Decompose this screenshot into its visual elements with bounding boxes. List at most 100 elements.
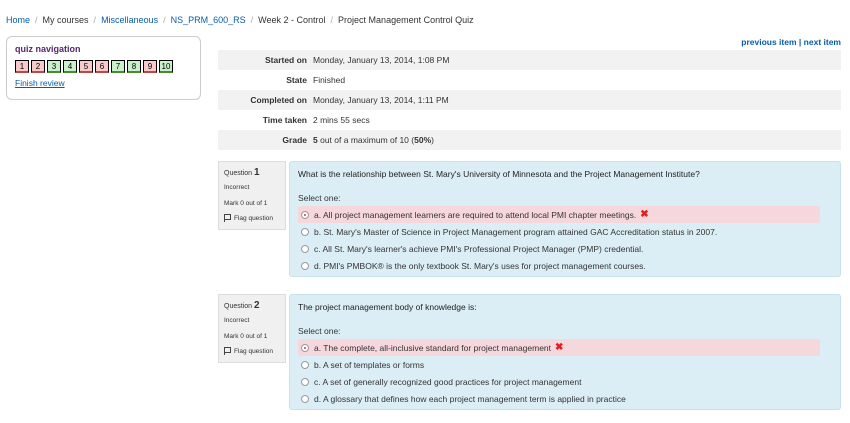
radio-button[interactable] bbox=[301, 261, 309, 270]
radio-button[interactable] bbox=[301, 343, 309, 352]
previous-item-link[interactable]: previous item bbox=[741, 37, 796, 47]
question-button-7[interactable]: 7 bbox=[111, 60, 125, 73]
summary-row-grade: Grade 5 out of a maximum of 10 (50%) bbox=[218, 130, 841, 150]
answer-option-b[interactable]: b. A set of templates or forms bbox=[298, 356, 832, 373]
completed-label: Completed on bbox=[218, 90, 313, 110]
breadcrumb-separator: / bbox=[93, 15, 97, 25]
question-state: Incorrect bbox=[224, 317, 250, 324]
time-taken-value: 2 mins 55 secs bbox=[313, 115, 370, 125]
question-number: Question 1 bbox=[224, 167, 280, 178]
grade-close: ) bbox=[431, 135, 434, 145]
breadcrumb-home[interactable]: Home bbox=[6, 15, 30, 25]
radio-button[interactable] bbox=[301, 377, 309, 386]
question-mark: Mark 0 out of 1 bbox=[224, 200, 268, 207]
answer-text: b. St. Mary's Master of Science in Proje… bbox=[314, 226, 718, 237]
answer-option-d[interactable]: d. A glossary that defines how each proj… bbox=[298, 390, 832, 407]
quiz-navigation-title: quiz navigation bbox=[15, 44, 81, 54]
breadcrumb-separator: / bbox=[35, 15, 38, 25]
next-item-link[interactable]: next item bbox=[804, 37, 841, 47]
grade-label: Grade bbox=[218, 130, 313, 150]
started-value: Monday, January 13, 2014, 1:08 PM bbox=[313, 50, 841, 70]
summary-row-started: Started on Monday, January 13, 2014, 1:0… bbox=[218, 50, 841, 70]
question-button-4[interactable]: 4 bbox=[63, 60, 77, 73]
question-text: What is the relationship between St. Mar… bbox=[298, 169, 700, 179]
answer-option-a[interactable]: a. The complete, all-inclusive standard … bbox=[298, 339, 820, 356]
breadcrumb-miscellaneous[interactable]: Miscellaneous bbox=[101, 15, 158, 25]
question-label: Question bbox=[224, 170, 253, 177]
time-taken-label: Time taken bbox=[262, 115, 307, 125]
breadcrumb-course[interactable]: NS_PRM_600_RS bbox=[171, 15, 246, 25]
radio-button[interactable] bbox=[301, 244, 309, 253]
grade-max-text: out of a maximum of 10 ( bbox=[317, 135, 415, 145]
select-one-prompt: Select one: bbox=[298, 326, 341, 336]
answer-option-c[interactable]: c. All St. Mary's learner's achieve PMI'… bbox=[298, 240, 832, 257]
question-button-5[interactable]: 5 bbox=[79, 60, 93, 73]
completed-value: Monday, January 13, 2014, 1:11 PM bbox=[313, 90, 841, 110]
flag-question-label: Flag question bbox=[234, 347, 274, 355]
summary-row-state: State Finished bbox=[218, 70, 841, 90]
question-content: The project management body of knowledge… bbox=[289, 294, 841, 410]
answer-text: d. PMI's PMBOK® is the only textbook St.… bbox=[314, 260, 646, 271]
question-buttons: 1 2 3 4 5 6 7 8 9 10 bbox=[15, 60, 192, 73]
flag-icon bbox=[224, 347, 231, 355]
grade-value: 5 out of a maximum of 10 (50%) bbox=[313, 130, 841, 150]
answer-text: c. A set of generally recognized good pr… bbox=[314, 376, 582, 387]
select-one-prompt: Select one: bbox=[298, 193, 341, 203]
question-info: Question 1 Incorrect Mark 0 out of 1 Fla… bbox=[218, 161, 286, 230]
answer-text: b. A set of templates or forms bbox=[314, 359, 425, 370]
attempt-summary-table: Started on Monday, January 13, 2014, 1:0… bbox=[218, 50, 841, 150]
radio-button[interactable] bbox=[301, 210, 309, 219]
cross-icon: ✖ bbox=[555, 342, 564, 353]
breadcrumb-my-courses[interactable]: My courses bbox=[43, 15, 89, 25]
question-button-8[interactable]: 8 bbox=[127, 60, 141, 73]
breadcrumb: Home / My courses / Miscellaneous / NS_PRM_600… bbox=[6, 15, 474, 25]
answer-options: a. All project management learners are r… bbox=[298, 206, 832, 274]
flag-question-label: Flag question bbox=[234, 214, 274, 222]
answer-option-c[interactable]: c. A set of generally recognized good pr… bbox=[298, 373, 832, 390]
breadcrumb-separator: / bbox=[163, 15, 166, 25]
item-navigation: previous item | next item bbox=[741, 37, 841, 47]
question-mark: Mark 0 out of 1 bbox=[224, 333, 268, 340]
breadcrumb-separator: / bbox=[330, 15, 334, 25]
flag-question-toggle[interactable]: Flag question bbox=[224, 347, 280, 355]
finish-review-link[interactable]: Finish review bbox=[15, 78, 192, 88]
started-label: Started on bbox=[218, 50, 313, 70]
answer-options: a. The complete, all-inclusive standard … bbox=[298, 339, 832, 407]
state-value: Finished bbox=[313, 75, 346, 85]
question-label: Question bbox=[224, 303, 253, 310]
state-label: State bbox=[286, 75, 307, 85]
breadcrumb-week[interactable]: Week 2 - Control bbox=[258, 15, 325, 25]
question-text: The project management body of knowledge… bbox=[298, 302, 477, 312]
question-content: What is the relationship between St. Mar… bbox=[289, 161, 841, 277]
breadcrumb-current: Project Management Control Quiz bbox=[338, 15, 474, 25]
question-num: 2 bbox=[253, 300, 260, 311]
radio-button[interactable] bbox=[301, 394, 309, 403]
answer-text: a. All project management learners are r… bbox=[314, 209, 637, 220]
question-number: Question 2 bbox=[224, 300, 280, 311]
flag-icon bbox=[224, 214, 231, 222]
question-button-3[interactable]: 3 bbox=[47, 60, 61, 73]
question-state: Incorrect bbox=[224, 184, 250, 191]
answer-option-a[interactable]: a. All project management learners are r… bbox=[298, 206, 820, 223]
quiz-navigation-block: quiz navigation 1 2 3 4 5 6 7 8 9 10 Fin… bbox=[6, 36, 201, 100]
question-info: Question 2 Incorrect Mark 0 out of 1 Fla… bbox=[218, 294, 286, 363]
answer-text: c. All St. Mary's learner's achieve PMI'… bbox=[314, 243, 644, 254]
question-button-2[interactable]: 2 bbox=[31, 60, 45, 73]
question-num: 1 bbox=[253, 167, 260, 178]
summary-row-completed: Completed on Monday, January 13, 2014, 1… bbox=[218, 90, 841, 110]
summary-row-time: Time taken 2 mins 55 secs bbox=[218, 110, 841, 130]
question-button-1[interactable]: 1 bbox=[15, 60, 29, 73]
radio-button[interactable] bbox=[301, 360, 309, 369]
nav-separator: | bbox=[798, 37, 802, 47]
question-button-6[interactable]: 6 bbox=[95, 60, 109, 73]
answer-option-d[interactable]: d. PMI's PMBOK® is the only textbook St.… bbox=[298, 257, 832, 274]
cross-icon: ✖ bbox=[640, 209, 649, 220]
question-button-9[interactable]: 9 bbox=[143, 60, 157, 73]
answer-text: d. A glossary that defines how each proj… bbox=[314, 393, 626, 404]
radio-button[interactable] bbox=[301, 227, 309, 236]
answer-text: a. The complete, all-inclusive standard … bbox=[314, 342, 552, 353]
question-button-10[interactable]: 10 bbox=[159, 60, 173, 73]
breadcrumb-separator: / bbox=[250, 15, 254, 25]
flag-question-toggle[interactable]: Flag question bbox=[224, 214, 280, 222]
answer-option-b[interactable]: b. St. Mary's Master of Science in Proje… bbox=[298, 223, 832, 240]
